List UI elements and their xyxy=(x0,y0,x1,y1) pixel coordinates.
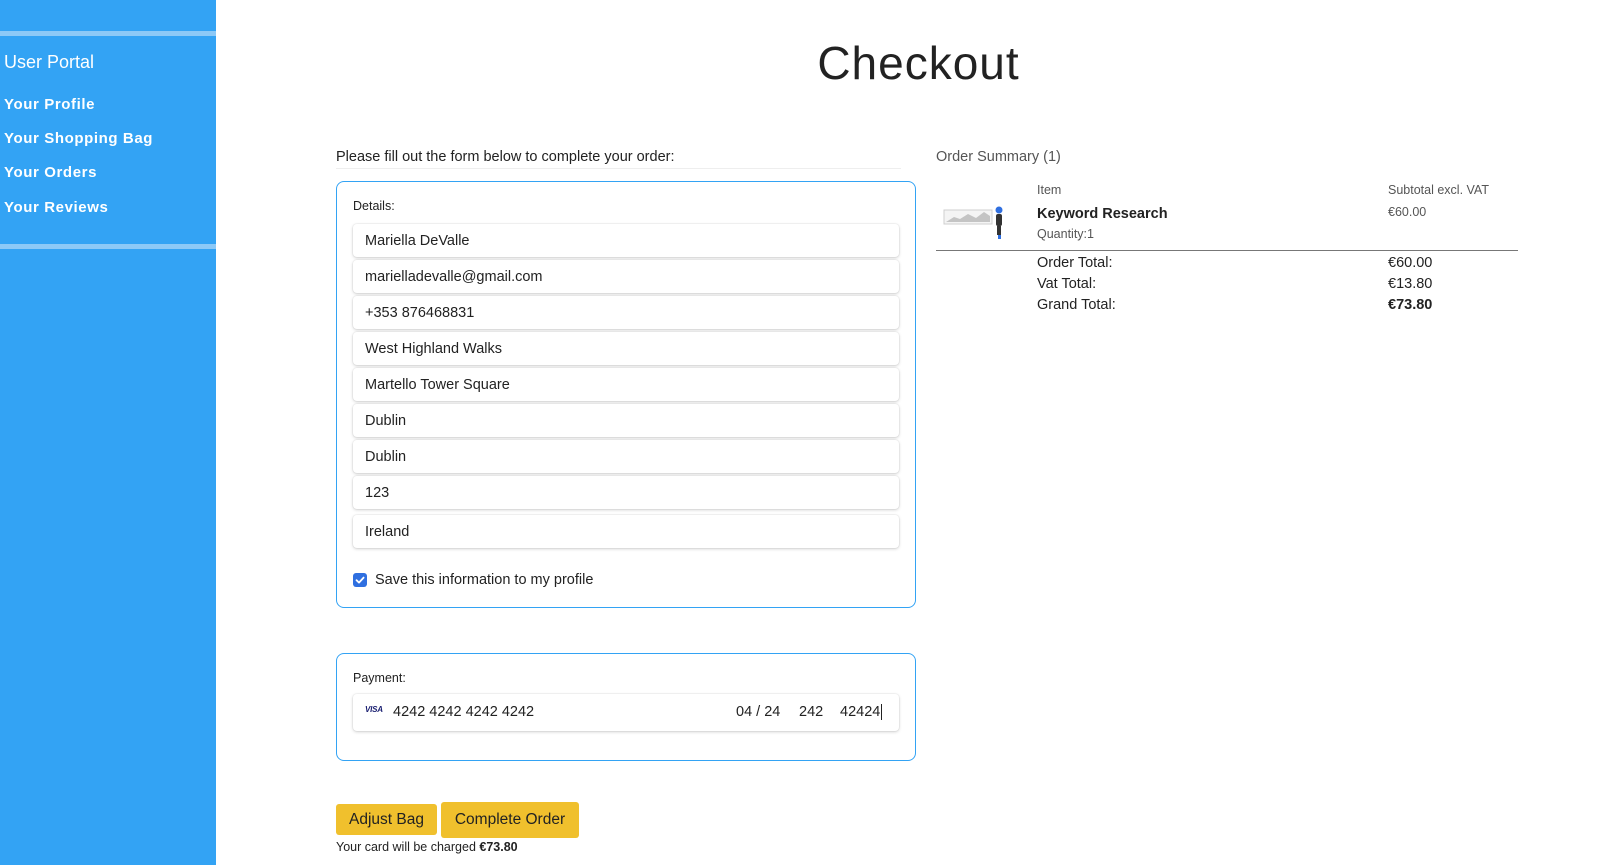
summary-divider xyxy=(936,250,1518,251)
order-total-value: €60.00 xyxy=(1388,255,1433,271)
sidebar-divider-bottom xyxy=(0,244,216,249)
payment-legend: Payment: xyxy=(353,671,406,685)
postcode-field[interactable]: 123 xyxy=(353,476,899,509)
adjust-bag-button[interactable]: Adjust Bag xyxy=(336,804,437,835)
email-field[interactable]: marielladevalle@gmail.com xyxy=(353,260,899,293)
complete-order-button[interactable]: Complete Order xyxy=(441,802,579,838)
product-name: Keyword Research xyxy=(1037,206,1168,222)
sidebar-item-your-orders[interactable]: Your Orders xyxy=(4,164,97,181)
card-cvc-input[interactable]: 242 xyxy=(799,704,823,720)
payment-fieldset: Payment: VISA 4242 4242 4242 4242 04 / 2… xyxy=(336,653,916,761)
charge-note: Your card will be charged €73.80 xyxy=(336,840,518,854)
sidebar-item-your-reviews[interactable]: Your Reviews xyxy=(4,199,108,216)
form-intro-text: Please fill out the form below to comple… xyxy=(336,149,675,165)
summary-column-item: Item xyxy=(1037,183,1062,197)
order-summary-title: Order Summary (1) xyxy=(936,149,1061,165)
town-field[interactable]: Dublin xyxy=(353,404,899,437)
details-fieldset: Details: Mariella DeValle marielladevall… xyxy=(336,181,916,608)
sidebar-divider-top xyxy=(0,31,216,36)
street-address-1-field[interactable]: West Highland Walks xyxy=(353,332,899,365)
product-quantity: Quantity:1 xyxy=(1037,227,1094,241)
summary-column-subtotal: Subtotal excl. VAT xyxy=(1388,183,1489,197)
vat-total-value: €13.80 xyxy=(1388,276,1433,292)
sidebar-title: User Portal xyxy=(4,52,95,72)
intro-divider xyxy=(336,168,901,169)
country-select[interactable]: Ireland xyxy=(353,515,899,548)
visa-card-icon: VISA xyxy=(365,705,383,714)
order-total-label: Order Total: xyxy=(1037,255,1113,271)
charge-note-prefix: Your card will be charged xyxy=(336,840,476,854)
details-legend: Details: xyxy=(353,199,395,213)
street-address-2-field[interactable]: Martello Tower Square xyxy=(353,368,899,401)
save-info-checkbox[interactable] xyxy=(353,573,367,587)
product-thumbnail-image xyxy=(943,206,1003,239)
save-info-label: Save this information to my profile xyxy=(375,572,594,588)
card-element[interactable]: VISA 4242 4242 4242 4242 04 / 24 242 424… xyxy=(353,694,899,731)
vat-total-label: Vat Total: xyxy=(1037,276,1097,292)
card-number-input[interactable]: 4242 4242 4242 4242 xyxy=(393,704,534,720)
grand-total-value: €73.80 xyxy=(1388,297,1433,313)
check-icon xyxy=(355,576,365,584)
full-name-field[interactable]: Mariella DeValle xyxy=(353,224,899,257)
phone-field[interactable]: +353 876468831 xyxy=(353,296,899,329)
sidebar-item-your-shopping-bag[interactable]: Your Shopping Bag xyxy=(4,130,153,147)
sidebar: User Portal Your Profile Your Shopping B… xyxy=(0,0,216,865)
product-subtotal: €60.00 xyxy=(1388,205,1427,219)
charge-amount: €73.80 xyxy=(479,840,518,854)
grand-total-label: Grand Total: xyxy=(1037,297,1116,313)
page-title: Checkout xyxy=(817,37,1020,89)
sidebar-item-your-profile[interactable]: Your Profile xyxy=(4,96,95,113)
card-expiry-input[interactable]: 04 / 24 xyxy=(736,704,780,720)
save-info-row[interactable]: Save this information to my profile xyxy=(353,572,593,588)
county-field[interactable]: Dublin xyxy=(353,440,899,473)
card-postal-input[interactable]: 42424 xyxy=(840,704,883,720)
